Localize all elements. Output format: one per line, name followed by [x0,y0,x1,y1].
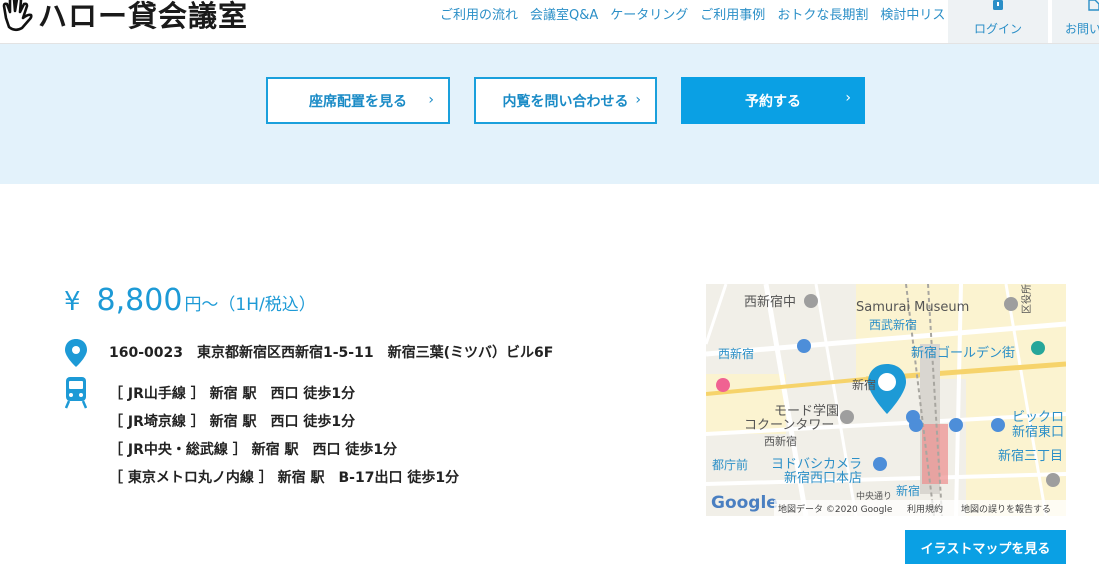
logo[interactable]: ハロー貸会議室 [0,0,248,34]
nav-cases[interactable]: ご利用事例 [700,4,765,23]
access-line: ［ 東京メトロ丸ノ内線 ］ 新宿 駅 B-17出口 徒歩1分 [109,470,460,486]
mail-icon [1088,0,1099,11]
map-label-ward: 区役所 [1020,284,1033,314]
seating-layout-button[interactable]: 座席配置を見る › [266,77,450,124]
nav-flow[interactable]: ご利用の流れ [440,4,518,23]
map-label-google: Google [711,493,778,513]
map-label-tochomae: 都庁前 [712,457,748,472]
access-line: ［ JR埼京線 ］ 新宿 駅 西口 徒歩1分 [109,414,356,430]
map-label-golden: 新宿ゴールデン街 [911,345,1015,361]
train-icon [65,377,87,409]
illustration-map-button[interactable]: イラストマップを見る [905,530,1066,564]
contact-button[interactable]: お問い [1052,0,1099,43]
chevron-right-icon: › [428,92,434,108]
price-amount: 8,800 [96,283,183,318]
hand-logo-icon [2,0,33,32]
map-label-sanchome: 新宿三丁目 [998,448,1063,464]
map-label-report: 地図の誤りを報告する [961,503,1051,515]
nav-catering[interactable]: ケータリング [610,4,688,23]
location-pin-icon [65,339,87,367]
map-label-seibu: 西武新宿 [869,317,917,332]
access-line: ［ JR山手線 ］ 新宿 駅 西口 徒歩1分 [109,386,356,402]
seating-layout-label: 座席配置を見る [309,93,407,110]
map-label-shinjuku-short: 新宿 [852,377,876,392]
inquiry-label: 内覧を問い合わせる [502,93,629,110]
map-label-bic: ビックロ [1012,410,1064,425]
map-label-nishishinjuku: 西新宿 [718,346,754,361]
map-label-shinjuku-station: 新宿 [896,483,920,498]
map[interactable]: 西新宿中 Samurai Museum 区役所 西武新宿 西新宿 新宿ゴールデン… [706,284,1066,516]
reserve-button[interactable]: 予約する › [681,77,865,124]
main-nav: ご利用の流れ 会議室Q&A ケータリング ご利用事例 おトクな長期割 検討中リス… [440,4,958,23]
lock-icon [993,0,1003,10]
login-label: ログイン [973,22,1022,36]
map-label-terms: 利用規約 [907,503,943,515]
map-label-copyright: 地図データ ©2020 Google [778,503,893,515]
site-header: ハロー貸会議室 ご利用の流れ 会議室Q&A ケータリング ご利用事例 おトクな長… [0,0,1099,44]
nav-faq[interactable]: 会議室Q&A [530,4,598,23]
contact-label: お問い [1065,22,1099,36]
price-unit: 円〜（1H/税込） [184,295,316,315]
map-label-yodobashi1: ヨドバシカメラ [771,457,862,472]
inquiry-button[interactable]: 内覧を問い合わせる › [474,77,657,124]
map-label-yodobashi2: 新宿西口本店 [784,470,862,486]
currency-symbol: ¥ [64,287,81,317]
login-button[interactable]: ログイン [948,0,1048,43]
map-canvas: 西新宿中 Samurai Museum 区役所 西武新宿 西新宿 新宿ゴールデン… [706,284,1066,516]
map-label-higashi: 新宿東口 [1012,424,1064,440]
chevron-right-icon: › [635,92,641,108]
nav-wishlist[interactable]: 検討中リスト [880,4,958,23]
access-line: ［ JR中央・総武線 ］ 新宿 駅 西口 徒歩1分 [109,442,398,458]
map-label-mode1: モード学園 [774,403,839,419]
map-label-mode2: コクーンタワー [744,418,834,433]
address: 160-0023 東京都新宿区西新宿1-5-11 新宿三葉(ミツバ）ビル6F [109,345,554,361]
nav-long-term[interactable]: おトクな長期割 [777,4,868,23]
chevron-right-icon: › [845,90,851,106]
price: ¥ 8,800 円〜（1H/税込） [64,283,316,318]
map-label-samurai: Samurai Museum [856,300,969,315]
reserve-label: 予約する [745,93,801,110]
logo-text: ハロー貸会議室 [38,0,249,33]
map-label-nishishinjuku2: 西新宿 [764,434,797,448]
action-band: 座席配置を見る › 内覧を問い合わせる › 予約する › [0,44,1099,184]
map-label-nishishinjuku-chu: 西新宿中 [744,294,796,310]
